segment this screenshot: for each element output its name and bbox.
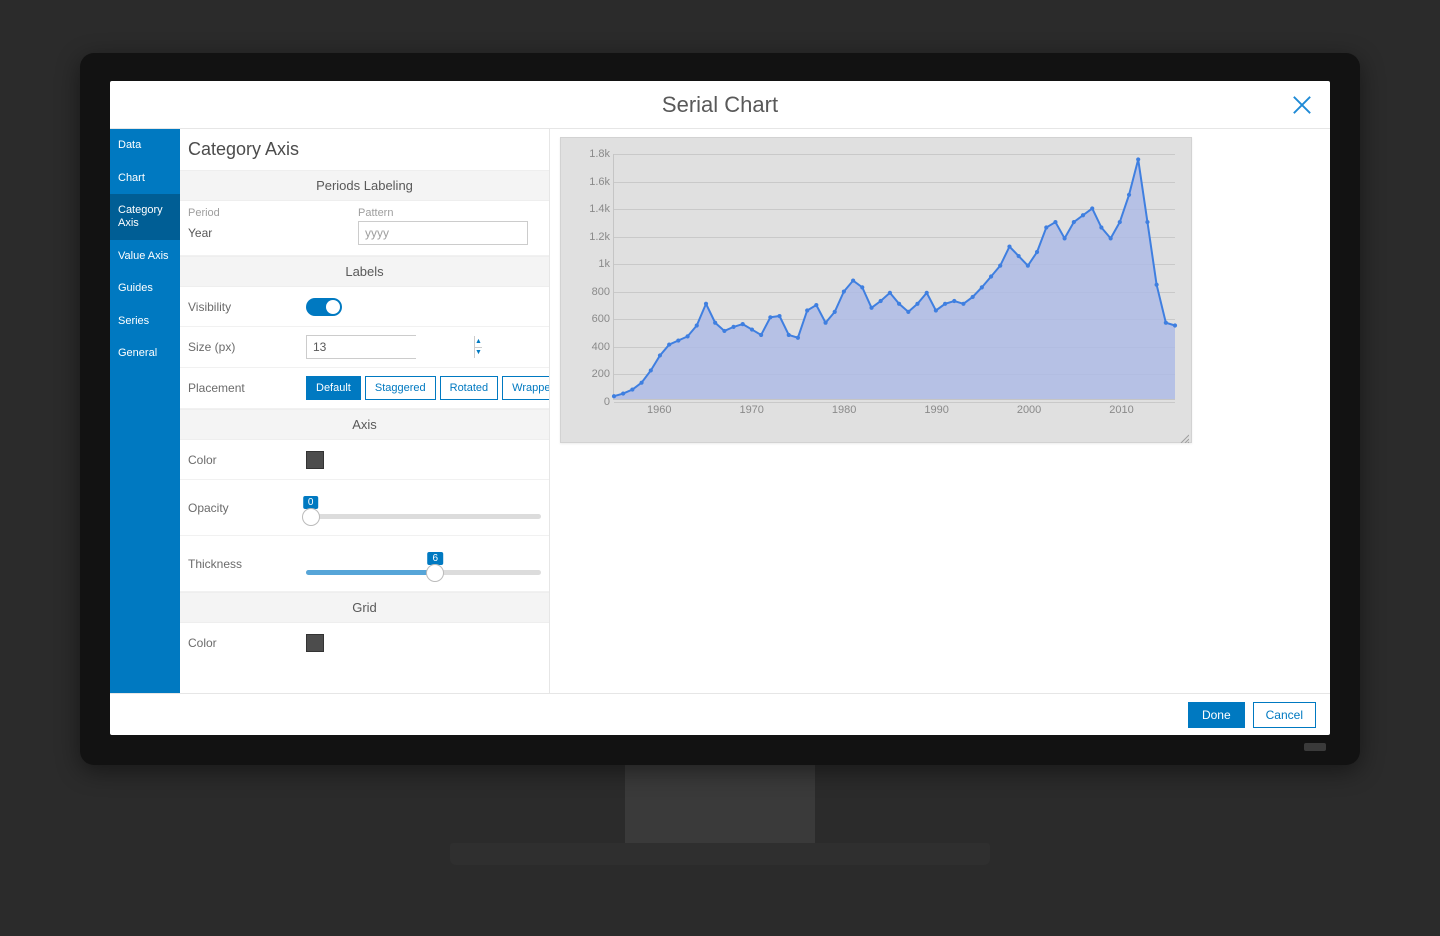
periods-columns-header: Period Pattern — [180, 201, 549, 221]
section-header-axis: Axis — [180, 409, 549, 440]
chart-y-tick-label: 1.2k — [589, 231, 610, 243]
spinner-down[interactable]: ▼ — [475, 348, 482, 359]
dialog-body: Data Chart Category Axis Value Axis Guid… — [110, 129, 1330, 693]
grid-color-label: Color — [188, 636, 306, 650]
sidebar: Data Chart Category Axis Value Axis Guid… — [110, 129, 180, 693]
dialog-window: Serial Chart Data Chart Category Axis Va… — [110, 81, 1330, 735]
chart-x-tick-label: 1990 — [924, 404, 948, 416]
chart-x-tick-label: 1960 — [647, 404, 671, 416]
row-grid-color: Color — [180, 623, 549, 663]
chart-preview-pane: 02004006008001k1.2k1.4k1.6k1.8k 19601970… — [550, 129, 1330, 693]
axis-thickness-label: Thickness — [188, 557, 306, 571]
chart-y-tick-label: 1.4k — [589, 203, 610, 215]
chart-gridline — [614, 402, 1175, 403]
period-value: Year — [188, 226, 358, 240]
row-visibility: Visibility — [180, 287, 549, 327]
periods-row: Year — [180, 221, 549, 256]
opacity-slider-track — [306, 514, 541, 519]
chart-y-tick-label: 400 — [592, 341, 610, 353]
chart-y-tick-label: 1.6k — [589, 176, 610, 188]
sidebar-item-category-axis[interactable]: Category Axis — [110, 194, 180, 239]
done-button[interactable]: Done — [1188, 702, 1245, 728]
section-header-labels: Labels — [180, 256, 549, 287]
axis-color-label: Color — [188, 453, 306, 467]
sidebar-item-label: Value Axis — [118, 250, 169, 262]
opacity-slider-thumb[interactable] — [302, 508, 320, 526]
dialog-title: Serial Chart — [662, 92, 778, 118]
row-axis-color: Color — [180, 440, 549, 480]
dialog-footer: Done Cancel — [110, 693, 1330, 735]
visibility-toggle[interactable] — [306, 298, 342, 316]
axis-opacity-label: Opacity — [188, 501, 306, 515]
placement-button-group: Default Staggered Rotated Wrapped — [306, 376, 550, 400]
config-panel: Category Axis Periods Labeling Period Pa… — [180, 129, 550, 693]
placement-option-wrapped[interactable]: Wrapped — [502, 376, 550, 400]
period-col-label: Period — [188, 207, 358, 219]
cancel-button[interactable]: Cancel — [1253, 702, 1316, 728]
sidebar-item-label: Category Axis — [118, 204, 163, 229]
placement-option-staggered[interactable]: Staggered — [365, 376, 436, 400]
size-input[interactable] — [307, 336, 474, 358]
chart-x-tick-label: 2010 — [1109, 404, 1133, 416]
close-icon — [1288, 91, 1316, 119]
monitor-neck — [625, 765, 815, 845]
spinner-buttons: ▲ ▼ — [474, 336, 482, 358]
sidebar-item-general[interactable]: General — [110, 337, 180, 370]
row-size: Size (px) ▲ ▼ — [180, 327, 549, 368]
monitor-led — [1304, 743, 1326, 751]
section-header-grid: Grid — [180, 592, 549, 623]
pattern-col-label: Pattern — [358, 207, 393, 219]
chart-y-tick-label: 200 — [592, 368, 610, 380]
chart-y-tick-label: 1k — [598, 258, 610, 270]
sidebar-item-value-axis[interactable]: Value Axis — [110, 240, 180, 273]
thickness-slider-thumb[interactable] — [426, 564, 444, 582]
sidebar-item-label: Guides — [118, 282, 153, 294]
axis-color-swatch[interactable] — [306, 451, 324, 469]
placement-option-rotated[interactable]: Rotated — [440, 376, 499, 400]
chart-x-tick-label: 1980 — [832, 404, 856, 416]
toggle-knob — [326, 300, 340, 314]
sidebar-item-label: General — [118, 347, 157, 359]
row-axis-opacity: Opacity 0 — [180, 480, 549, 536]
opacity-slider[interactable]: 0 — [306, 496, 541, 519]
chart-x-tick-label: 2000 — [1017, 404, 1041, 416]
section-header-periods: Periods Labeling — [180, 170, 549, 201]
chart-card: 02004006008001k1.2k1.4k1.6k1.8k 19601970… — [560, 137, 1192, 443]
monitor-bezel: Serial Chart Data Chart Category Axis Va… — [80, 53, 1360, 765]
dialog-header: Serial Chart — [110, 81, 1330, 129]
chart-x-tick-label: 1970 — [739, 404, 763, 416]
chart-plot-area: 02004006008001k1.2k1.4k1.6k1.8k — [613, 154, 1175, 400]
spinner-up[interactable]: ▲ — [475, 336, 482, 348]
thickness-slider-track — [306, 570, 541, 575]
resize-grip-icon[interactable] — [1179, 430, 1189, 440]
sidebar-item-label: Data — [118, 139, 141, 151]
pattern-input[interactable] — [358, 221, 528, 245]
panel-title: Category Axis — [180, 129, 549, 170]
visibility-label: Visibility — [188, 300, 306, 314]
sidebar-item-data[interactable]: Data — [110, 129, 180, 162]
placement-option-default[interactable]: Default — [306, 376, 361, 400]
thickness-slider-fill — [306, 570, 435, 575]
monitor-base — [450, 843, 990, 865]
sidebar-item-guides[interactable]: Guides — [110, 272, 180, 305]
placement-label: Placement — [188, 381, 306, 395]
sidebar-item-label: Chart — [118, 172, 145, 184]
chart-x-ticks: 1960 1970 1980 1990 2000 2010 — [613, 404, 1175, 420]
row-placement: Placement Default Staggered Rotated Wrap… — [180, 368, 549, 409]
sidebar-item-chart[interactable]: Chart — [110, 162, 180, 195]
chart-y-tick-label: 0 — [604, 396, 610, 408]
sidebar-item-label: Series — [118, 315, 149, 327]
sidebar-item-series[interactable]: Series — [110, 305, 180, 338]
row-axis-thickness: Thickness 6 — [180, 536, 549, 592]
size-label: Size (px) — [188, 340, 306, 354]
grid-color-swatch[interactable] — [306, 634, 324, 652]
chart-y-tick-label: 800 — [592, 286, 610, 298]
chart-y-tick-label: 1.8k — [589, 148, 610, 160]
monitor: Serial Chart Data Chart Category Axis Va… — [80, 53, 1360, 865]
chart-y-tick-label: 600 — [592, 313, 610, 325]
size-spinner[interactable]: ▲ ▼ — [306, 335, 416, 359]
thickness-slider[interactable]: 6 — [306, 552, 541, 575]
close-button[interactable] — [1288, 91, 1316, 119]
chart-svg — [614, 154, 1175, 399]
